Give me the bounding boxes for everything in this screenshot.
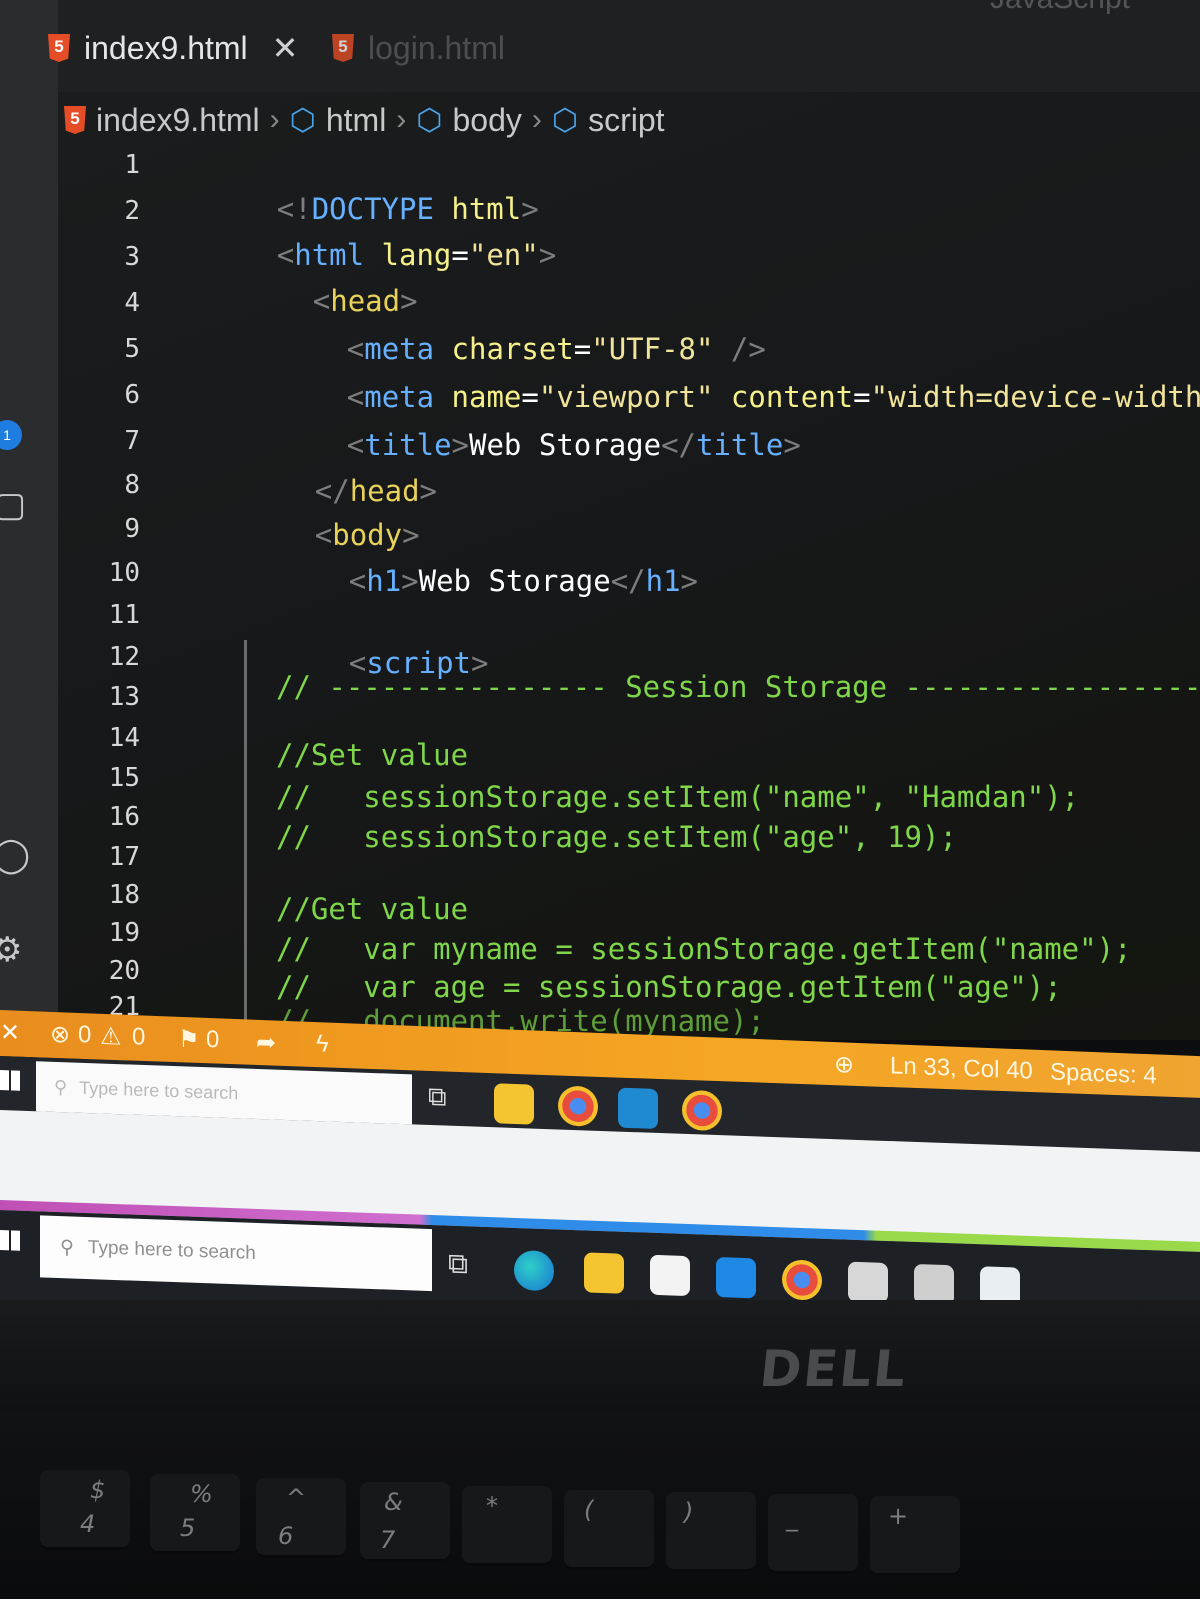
key: _ bbox=[768, 1494, 858, 1574]
code-line: //Get value bbox=[276, 892, 469, 926]
live-share-icon[interactable]: ➦ bbox=[256, 1028, 276, 1058]
error-icon[interactable]: ⊗ bbox=[50, 1020, 70, 1050]
line-number: 2 bbox=[124, 196, 140, 226]
store-icon[interactable] bbox=[650, 1254, 690, 1297]
line-number: 7 bbox=[124, 426, 140, 456]
code-line: // var myname = sessionStorage.getItem("… bbox=[276, 932, 1132, 966]
file-explorer-icon[interactable] bbox=[494, 1083, 534, 1125]
code-line: // sessionStorage.setItem("name", "Hamda… bbox=[276, 780, 1080, 814]
line-number: 13 bbox=[108, 682, 140, 712]
activity-bar: 1 ▢ ◯ ⚙ bbox=[0, 0, 58, 1040]
windows-start-icon[interactable] bbox=[0, 1070, 20, 1091]
line-number: 16 bbox=[108, 802, 140, 832]
key: ( bbox=[564, 1490, 654, 1570]
breadcrumb-item[interactable]: html bbox=[326, 102, 386, 139]
keyboard: $ 4 % 5 ^ 6 & 7 * ( ) _ + bbox=[0, 1410, 1200, 1599]
extensions-icon[interactable]: ▢ bbox=[0, 485, 26, 525]
code-editor-window: 1 ▢ ◯ ⚙ 5 index9.html ✕ 5 login.html Jav… bbox=[0, 0, 1200, 1040]
mail-icon[interactable] bbox=[716, 1257, 756, 1299]
settings-gear-icon[interactable]: ⚙ bbox=[0, 930, 22, 970]
cursor-position[interactable]: Ln 33, Col 40 bbox=[890, 1052, 1033, 1085]
key: % 5 bbox=[150, 1474, 240, 1554]
line-number: 8 bbox=[124, 470, 140, 500]
network-app-icon[interactable] bbox=[848, 1261, 888, 1304]
close-icon[interactable]: ✕ bbox=[272, 29, 299, 67]
key: + bbox=[870, 1496, 960, 1576]
line-number: 14 bbox=[108, 723, 140, 753]
taskbar-search-input[interactable]: ⚲ Type here to search bbox=[40, 1215, 432, 1292]
breadcrumb-item[interactable]: script bbox=[588, 102, 664, 139]
editor-tab-bar: 5 index9.html ✕ 5 login.html JavaScript bbox=[48, 0, 1200, 92]
task-view-icon[interactable]: ⧉ bbox=[448, 1248, 488, 1289]
error-count[interactable]: 0 bbox=[78, 1021, 91, 1050]
line-number: 5 bbox=[124, 334, 140, 364]
line-number: 10 bbox=[108, 558, 140, 588]
line-number: 15 bbox=[108, 763, 140, 793]
line-number: 19 bbox=[108, 918, 140, 948]
chrome-icon[interactable] bbox=[558, 1085, 598, 1127]
indentation-spaces[interactable]: Spaces: 4 bbox=[1050, 1058, 1157, 1090]
line-number: 9 bbox=[124, 514, 140, 544]
html5-file-icon: 5 bbox=[332, 34, 354, 62]
element-cube-icon: ⬡ bbox=[416, 103, 443, 137]
breadcrumb-file[interactable]: index9.html bbox=[96, 102, 260, 139]
edge-icon[interactable] bbox=[514, 1249, 554, 1292]
line-number: 3 bbox=[124, 242, 140, 272]
search-icon: ⚲ bbox=[60, 1236, 74, 1259]
chrome-icon[interactable] bbox=[782, 1259, 822, 1301]
vscode-icon[interactable] bbox=[618, 1087, 658, 1129]
chevron-right-icon: › bbox=[531, 103, 542, 136]
line-number: 11 bbox=[108, 600, 140, 630]
tab-index9[interactable]: 5 index9.html ✕ bbox=[48, 18, 298, 78]
key: $ 4 bbox=[40, 1470, 130, 1550]
line-number: 1 bbox=[124, 150, 140, 180]
element-cube-icon: ⬡ bbox=[289, 103, 316, 137]
code-line: // sessionStorage.setItem("age", 19); bbox=[276, 820, 957, 854]
html5-file-icon: 5 bbox=[48, 34, 70, 62]
file-explorer-icon[interactable] bbox=[584, 1252, 624, 1294]
search-icon: ⚲ bbox=[54, 1076, 68, 1097]
line-number: 4 bbox=[124, 288, 140, 318]
tab-label: login.html bbox=[368, 29, 505, 66]
breadcrumb: 5 index9.html › ⬡ html › ⬡ body › ⬡ scri… bbox=[64, 98, 665, 142]
remote-indicator-icon[interactable]: ✕ bbox=[0, 1018, 20, 1048]
line-number: 20 bbox=[108, 956, 140, 986]
key: ) bbox=[666, 1492, 756, 1572]
laptop-bezel bbox=[0, 1300, 1200, 1420]
account-icon[interactable]: ◯ bbox=[0, 835, 30, 875]
key: * bbox=[462, 1486, 552, 1566]
tab-label: index9.html bbox=[84, 29, 248, 66]
element-cube-icon: ⬡ bbox=[551, 103, 579, 137]
chrome-icon[interactable] bbox=[682, 1089, 722, 1132]
task-view-icon[interactable]: ⧉ bbox=[428, 1081, 468, 1122]
notification-badge: 1 bbox=[0, 420, 22, 450]
chevron-right-icon: › bbox=[269, 103, 280, 136]
key: ^ 6 bbox=[256, 1478, 346, 1558]
warning-icon[interactable]: ⚠ bbox=[100, 1022, 122, 1052]
breadcrumb-item[interactable]: body bbox=[453, 102, 522, 139]
tab-login[interactable]: 5 login.html bbox=[332, 18, 505, 78]
key: & 7 bbox=[360, 1482, 450, 1562]
chevron-right-icon: › bbox=[396, 103, 407, 136]
code-area[interactable]: <!DOCTYPE html> <html lang="en"> <head> … bbox=[172, 150, 1200, 1038]
ports-count[interactable]: 0 bbox=[206, 1026, 219, 1055]
windows-start-icon[interactable] bbox=[0, 1230, 20, 1251]
line-number: 18 bbox=[108, 880, 140, 910]
laptop-brand-logo: DELL bbox=[756, 1340, 911, 1398]
language-mode-label: JavaScript bbox=[990, 0, 1130, 16]
code-line: //Set value bbox=[276, 738, 469, 772]
lightning-icon[interactable]: ϟ bbox=[316, 1030, 329, 1058]
code-line: // ---------------- Session Storage ----… bbox=[276, 670, 1200, 704]
html5-file-icon: 5 bbox=[64, 106, 86, 134]
line-number: 12 bbox=[108, 642, 140, 672]
line-number: 6 bbox=[124, 380, 140, 410]
zoom-icon[interactable]: ⊕ bbox=[834, 1050, 854, 1080]
code-line: // var age = sessionStorage.getItem("age… bbox=[276, 970, 1062, 1004]
line-number: 17 bbox=[108, 842, 140, 872]
ports-icon[interactable]: ⚑ bbox=[178, 1025, 200, 1055]
search-placeholder: Type here to search bbox=[79, 1077, 239, 1103]
search-placeholder: Type here to search bbox=[87, 1237, 256, 1264]
warning-count[interactable]: 0 bbox=[132, 1023, 145, 1052]
